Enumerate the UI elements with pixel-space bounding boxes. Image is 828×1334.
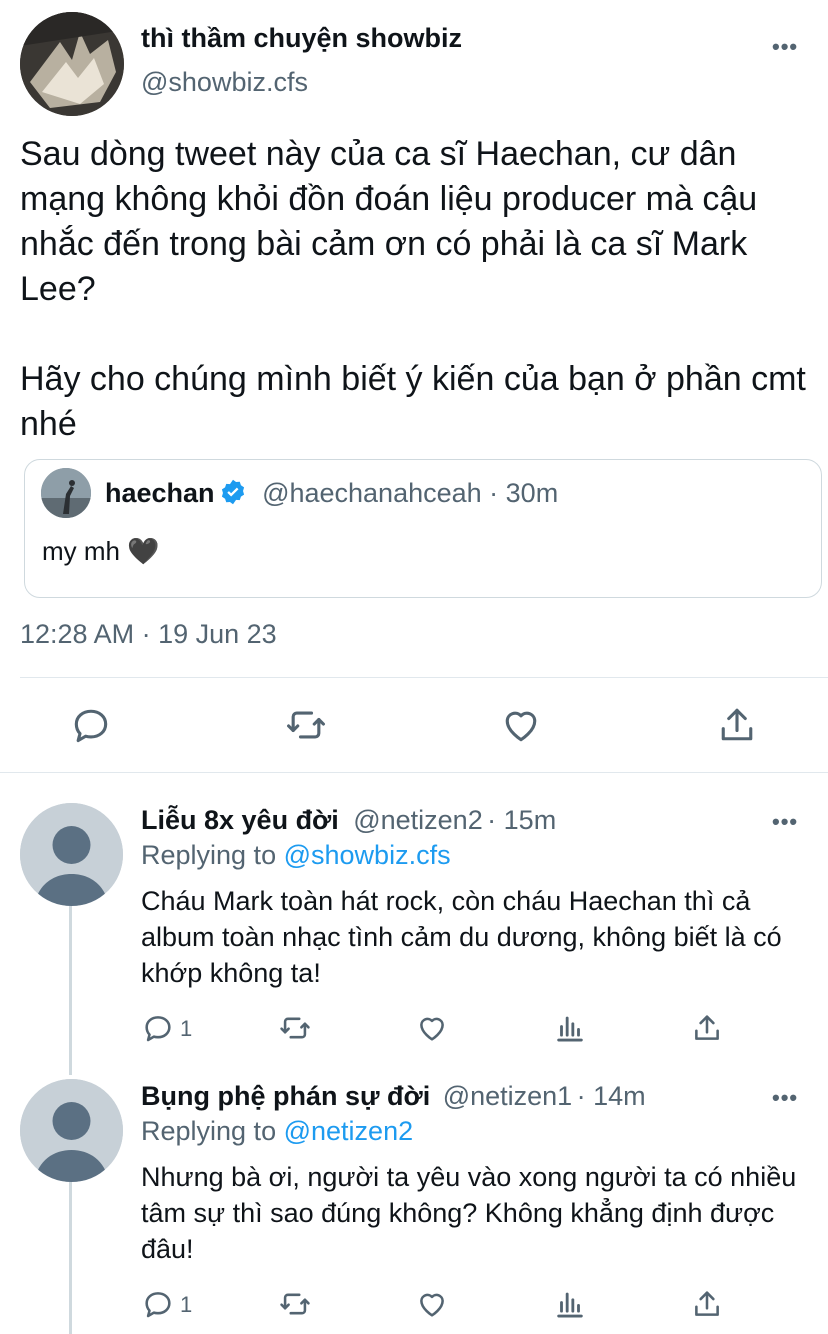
tweet-timestamp[interactable]: 12:28 AM · 19 Jun 23 bbox=[20, 619, 277, 650]
replying-to-link[interactable]: @showbiz.cfs bbox=[284, 840, 451, 870]
reply-text: Cháu Mark toàn hát rock, còn cháu Haecha… bbox=[141, 886, 790, 988]
more-options-button[interactable]: ••• bbox=[772, 36, 798, 58]
share-icon[interactable] bbox=[690, 1287, 724, 1321]
author-display-name[interactable]: thì thầm chuyện showbiz bbox=[141, 23, 462, 54]
like-icon[interactable] bbox=[415, 1287, 449, 1321]
reply-handle[interactable]: @netizen1 bbox=[443, 1081, 573, 1111]
reply-handle[interactable]: @netizen2 bbox=[353, 805, 483, 835]
reply-time: · 14m bbox=[576, 1081, 646, 1111]
like-icon[interactable] bbox=[499, 703, 543, 747]
verified-badge-icon bbox=[221, 479, 244, 505]
analytics-icon[interactable] bbox=[553, 1287, 587, 1321]
reply-avatar[interactable] bbox=[20, 803, 123, 906]
thread-line bbox=[69, 905, 72, 1075]
like-icon[interactable] bbox=[415, 1011, 449, 1045]
reply-avatar[interactable] bbox=[20, 1079, 123, 1182]
quoted-display-name[interactable]: haechan bbox=[105, 478, 215, 508]
replying-to-link[interactable]: @netizen2 bbox=[284, 1116, 414, 1146]
replying-to-label: Replying to bbox=[141, 1116, 277, 1146]
share-icon[interactable] bbox=[715, 703, 759, 747]
divider bbox=[20, 677, 828, 678]
reply-count: 1 bbox=[180, 1016, 193, 1041]
reply-time: · 15m bbox=[487, 805, 557, 835]
analytics-icon[interactable] bbox=[553, 1011, 587, 1045]
tweet-text: Sau dòng tweet này của ca sĩ Haechan, cư… bbox=[20, 135, 806, 443]
divider bbox=[0, 772, 828, 773]
replying-to-label: Replying to bbox=[141, 840, 277, 870]
quoted-text: my mh 🖤 bbox=[42, 536, 160, 566]
reply-count: 1 bbox=[180, 1292, 193, 1317]
author-avatar[interactable] bbox=[20, 12, 124, 116]
retweet-icon[interactable] bbox=[284, 703, 328, 747]
quoted-time: · 30m bbox=[489, 478, 559, 508]
quoted-handle[interactable]: @haechanahceah bbox=[262, 478, 482, 508]
thread-line bbox=[69, 1182, 72, 1334]
share-icon[interactable] bbox=[690, 1011, 724, 1045]
reply-display-name[interactable]: Bụng phệ phán sự đời bbox=[141, 1081, 430, 1111]
quoted-author-avatar[interactable] bbox=[41, 468, 91, 518]
author-handle[interactable]: @showbiz.cfs bbox=[141, 67, 308, 98]
more-options-button[interactable]: ••• bbox=[772, 811, 798, 833]
reply-display-name[interactable]: Liễu 8x yêu đời bbox=[141, 805, 339, 835]
reply-icon[interactable] bbox=[69, 703, 113, 747]
reply-text: Nhưng bà ơi, người ta yêu vào xong người… bbox=[141, 1162, 804, 1264]
retweet-icon[interactable] bbox=[278, 1287, 312, 1321]
more-options-button[interactable]: ••• bbox=[772, 1087, 798, 1109]
reply-icon[interactable] bbox=[141, 1011, 175, 1045]
reply-icon[interactable] bbox=[141, 1287, 175, 1321]
retweet-icon[interactable] bbox=[278, 1011, 312, 1045]
